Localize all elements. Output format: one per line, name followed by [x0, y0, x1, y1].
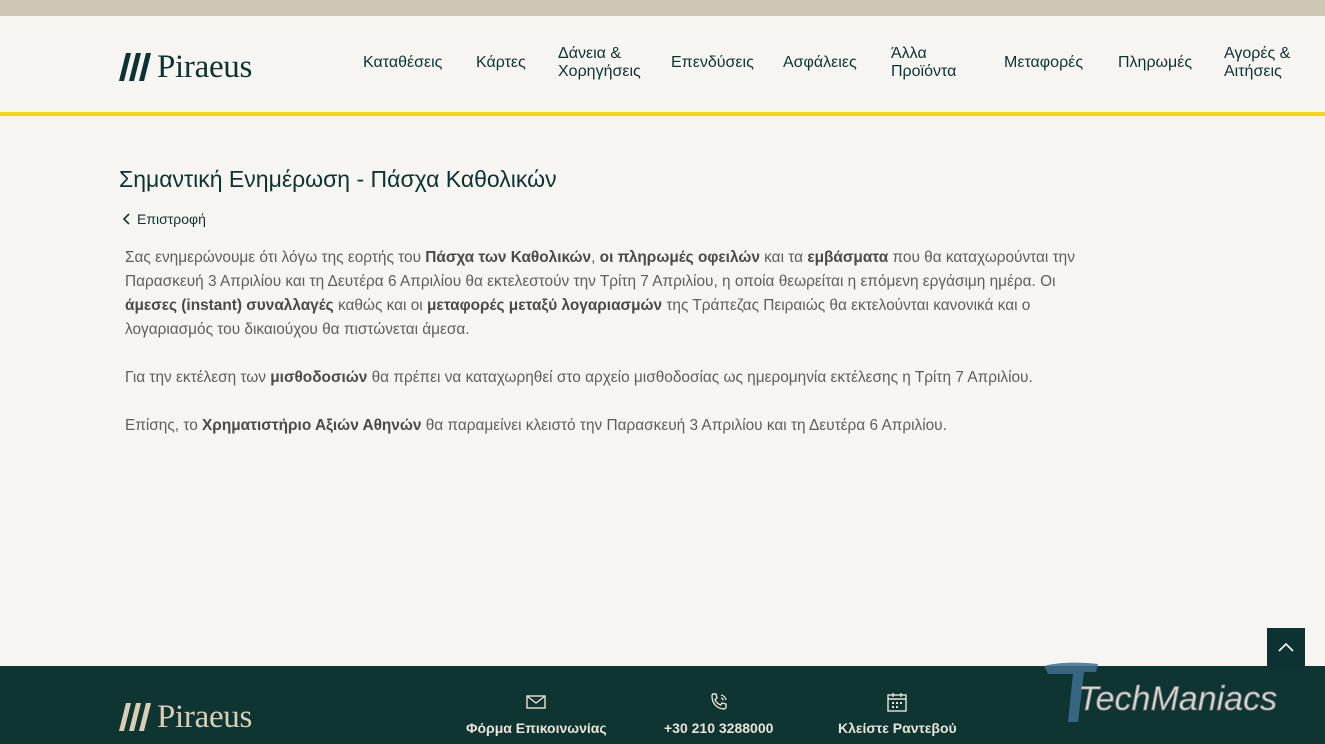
footer-logo[interactable]: Piraeus: [119, 700, 252, 734]
footer-logo-text: Piraeus: [157, 699, 253, 735]
back-link[interactable]: Επιστροφή: [122, 211, 206, 227]
back-label: Επιστροφή: [137, 211, 206, 227]
chevron-left-icon: [122, 213, 130, 225]
piraeus-logo-icon: [119, 703, 151, 731]
contact-form-link[interactable]: Φόρμα Επικοινωνίας: [466, 690, 607, 738]
page-title: Σημαντική Ενημέρωση - Πάσχα Καθολικών: [119, 166, 557, 192]
site-header: Piraeus Καταθέσεις Κάρτες Δάνεια & Χορηγ…: [0, 16, 1325, 116]
watermark-text: TechManiacs: [1078, 680, 1277, 718]
nav-payments[interactable]: Πληρωμές: [1118, 54, 1192, 72]
nav-deposits[interactable]: Καταθέσεις: [363, 54, 442, 72]
phone-label: +30 210 3288000: [664, 720, 774, 736]
paragraph-payments: Σας ενημερώνουμε ότι λόγω της εορτής του…: [125, 249, 1075, 338]
main-nav: Καταθέσεις Κάρτες Δάνεια & Χορηγήσεις Επ…: [0, 16, 1325, 112]
top-strip: [0, 0, 1325, 16]
nav-other-products[interactable]: Άλλα Προϊόντα: [891, 45, 956, 81]
phone-icon: [710, 693, 727, 710]
nav-loans[interactable]: Δάνεια & Χορηγήσεις: [558, 45, 641, 81]
nav-cards[interactable]: Κάρτες: [476, 54, 526, 72]
chevron-up-icon: [1278, 642, 1294, 652]
calendar-icon: [887, 693, 908, 712]
paragraph-payroll: Για την εκτέλεση των μισθοδοσιών θα πρέπ…: [125, 369, 1033, 386]
announcement-body: Σας ενημερώνουμε ότι λόγω της εορτής του…: [125, 246, 1100, 462]
nav-purchases-applications[interactable]: Αγορές & Αιτήσεις: [1224, 45, 1290, 81]
nav-insurance[interactable]: Ασφάλειες: [783, 54, 857, 72]
envelope-icon: [526, 695, 547, 709]
appointment-label: Κλείστε Ραντεβού: [838, 720, 957, 736]
techmaniacs-watermark: TechManiacs: [1044, 662, 1277, 722]
nav-investments[interactable]: Επενδύσεις: [671, 54, 754, 72]
appointment-link[interactable]: Κλείστε Ραντεβού: [838, 690, 957, 738]
nav-transfers[interactable]: Μεταφορές: [1004, 54, 1083, 72]
phone-link[interactable]: +30 210 3288000: [664, 690, 773, 738]
paragraph-stock-exchange: Επίσης, το Χρηματιστήριο Αξιών Αθηνών θα…: [125, 417, 947, 434]
contact-form-label: Φόρμα Επικοινωνίας: [466, 720, 607, 736]
